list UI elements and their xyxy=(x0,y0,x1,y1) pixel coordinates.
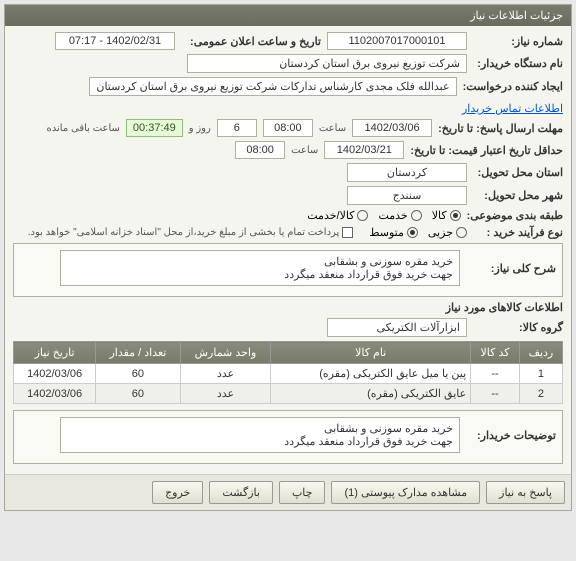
notes-text: خرید مقره سوزنی و بشقابی جهت خرید فوق قر… xyxy=(60,417,460,453)
respond-button[interactable]: پاسخ به نیاز xyxy=(486,481,565,504)
cell-row: 2 xyxy=(519,384,562,404)
deadline-label: مهلت ارسال پاسخ: تا تاریخ: xyxy=(438,122,563,135)
deadline-date: 1402/03/06 xyxy=(352,119,432,137)
cat-service-label: خدمت xyxy=(378,209,407,222)
proc-small-label: جزیی xyxy=(428,226,453,239)
cat-service-radio[interactable]: خدمت xyxy=(378,209,421,222)
province-label: استان محل تحویل: xyxy=(473,166,563,179)
countdown: 00:37:49 xyxy=(126,119,183,137)
desc-text: خرید مقره سوزنی و بشقابی جهت خرید فوق قر… xyxy=(60,250,460,286)
desc-panel: شرح کلی نیاز: خرید مقره سوزنی و بشقابی ج… xyxy=(13,243,563,297)
requester-label: ایجاد کننده درخواست: xyxy=(463,80,563,93)
attachments-button[interactable]: مشاهده مدارک پیوستی (1) xyxy=(331,481,480,504)
need-no-value: 1102007017000101 xyxy=(327,32,467,50)
payment-note: پرداخت تمام یا بخشی از مبلغ خرید،از محل … xyxy=(28,227,340,238)
buyer-value: شرکت توزیع نیروی برق استان کردستان xyxy=(187,54,467,73)
city-value: سنندج xyxy=(347,186,467,205)
print-button[interactable]: چاپ xyxy=(279,481,326,504)
time-label-1: ساعت xyxy=(319,123,346,134)
process-radios: جزیی متوسط xyxy=(369,226,467,239)
cell-code: -- xyxy=(471,364,520,384)
cell-code: -- xyxy=(471,384,520,404)
cell-name: پین یا میل عایق الکتریکی (مقره) xyxy=(271,364,471,384)
cat-goods-label: کالا xyxy=(432,209,447,222)
table-header-row: ردیف کد کالا نام کالا واحد شمارش تعداد /… xyxy=(14,342,563,364)
main-panel: جزئیات اطلاعات نیاز شماره نیاز: 11020070… xyxy=(4,4,572,511)
panel-body: شماره نیاز: 1102007017000101 تاریخ و ساع… xyxy=(5,26,571,474)
notes-label: توضیحات خریدار: xyxy=(466,429,556,442)
radio-icon xyxy=(357,210,368,221)
items-table: ردیف کد کالا نام کالا واحد شمارش تعداد /… xyxy=(13,341,563,404)
days-label: روز و xyxy=(189,123,211,134)
time-label-2: ساعت xyxy=(291,145,318,156)
cat-goods-service-label: کالا/خدمت xyxy=(307,209,354,222)
validity-date: 1402/03/21 xyxy=(324,141,404,159)
cell-qty: 60 xyxy=(96,384,180,404)
buyer-label: نام دستگاه خریدار: xyxy=(473,57,563,70)
cell-unit: عدد xyxy=(180,384,271,404)
group-label: گروه کالا: xyxy=(473,321,563,334)
cell-row: 1 xyxy=(519,364,562,384)
radio-icon xyxy=(456,227,467,238)
th-qty[interactable]: تعداد / مقدار xyxy=(96,342,180,364)
contact-link[interactable]: اطلاعات تماس خریدار xyxy=(462,102,563,115)
proc-small-radio[interactable]: جزیی xyxy=(428,226,467,239)
radio-icon xyxy=(411,210,422,221)
requester-value: عبدالله فلک مجدی کارشناس تدارکات شرکت تو… xyxy=(89,77,456,96)
province-value: کردستان xyxy=(347,163,467,182)
cell-name: عایق الکتریکی (مقره) xyxy=(271,384,471,404)
th-code[interactable]: کد کالا xyxy=(471,342,520,364)
group-value: ابزارآلات الکتریکی xyxy=(327,318,467,337)
th-name[interactable]: نام کالا xyxy=(271,342,471,364)
proc-medium-radio[interactable]: متوسط xyxy=(369,226,418,239)
radio-icon xyxy=(450,210,461,221)
checkbox-icon xyxy=(342,227,353,238)
cat-goods-service-radio[interactable]: کالا/خدمت xyxy=(307,209,368,222)
th-date[interactable]: تاریخ نیاز xyxy=(14,342,96,364)
city-label: شهر محل تحویل: xyxy=(473,189,563,202)
announce-label: تاریخ و ساعت اعلان عمومی: xyxy=(181,35,321,48)
cell-unit: عدد xyxy=(180,364,271,384)
days-num: 6 xyxy=(217,119,257,137)
button-bar: پاسخ به نیاز مشاهده مدارک پیوستی (1) چاپ… xyxy=(5,474,571,510)
table-row[interactable]: 1 -- پین یا میل عایق الکتریکی (مقره) عدد… xyxy=(14,364,563,384)
category-label: طبقه بندی موضوعی: xyxy=(467,209,563,222)
cell-date: 1402/03/06 xyxy=(14,384,96,404)
category-radios: کالا خدمت کالا/خدمت xyxy=(307,209,460,222)
notes-panel: توضیحات خریدار: خرید مقره سوزنی و بشقابی… xyxy=(13,410,563,464)
th-row[interactable]: ردیف xyxy=(519,342,562,364)
cell-date: 1402/03/06 xyxy=(14,364,96,384)
proc-medium-label: متوسط xyxy=(369,226,404,239)
need-no-label: شماره نیاز: xyxy=(473,35,563,48)
items-title: اطلاعات کالاهای مورد نیاز xyxy=(13,301,563,314)
cell-qty: 60 xyxy=(96,364,180,384)
panel-title: جزئیات اطلاعات نیاز xyxy=(5,5,571,26)
th-unit[interactable]: واحد شمارش xyxy=(180,342,271,364)
back-button[interactable]: بازگشت xyxy=(209,481,273,504)
table-row[interactable]: 2 -- عایق الکتریکی (مقره) عدد 60 1402/03… xyxy=(14,384,563,404)
deadline-time: 08:00 xyxy=(263,119,313,137)
exit-button[interactable]: خروج xyxy=(152,481,203,504)
process-label: نوع فرآیند خرید : xyxy=(473,226,563,239)
validity-label: حداقل تاریخ اعتبار قیمت: تا تاریخ: xyxy=(410,144,563,157)
remaining-label: ساعت باقی مانده xyxy=(47,123,120,134)
payment-checkbox[interactable]: پرداخت تمام یا بخشی از مبلغ خرید،از محل … xyxy=(28,227,354,238)
desc-label: شرح کلی نیاز: xyxy=(466,262,556,275)
validity-time: 08:00 xyxy=(235,141,285,159)
announce-value: 1402/02/31 - 07:17 xyxy=(55,32,175,50)
radio-icon xyxy=(407,227,418,238)
cat-goods-radio[interactable]: کالا xyxy=(432,209,461,222)
